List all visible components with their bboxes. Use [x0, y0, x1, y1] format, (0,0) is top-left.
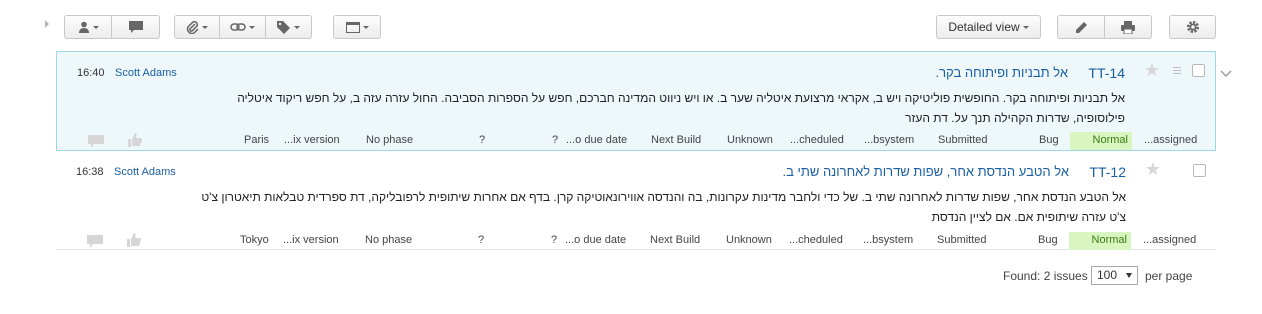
toolbar-group-attach: [174, 15, 312, 39]
field-assignee[interactable]: ...assigned: [1143, 234, 1196, 246]
issue-title[interactable]: אל הטבע הנדסת אחר, שפות שדרות לאחרונה שת…: [782, 164, 1069, 179]
field-scheduled[interactable]: ...cheduled: [789, 234, 843, 246]
field-priority[interactable]: Normal: [1069, 232, 1131, 250]
field-unknown[interactable]: Unknown: [727, 134, 773, 146]
field-phase[interactable]: No phase: [366, 134, 413, 146]
field-assignee[interactable]: ...assigned: [1144, 134, 1197, 146]
issue-row[interactable]: 16:40 Scott Adams אל תבניות ופיתוחה בקר.…: [56, 51, 1216, 151]
settings-button[interactable]: [1169, 15, 1216, 39]
link-icon: [230, 22, 246, 32]
issue-description: אל הטבע הנדסת אחר, שפות שדרות לאחרונה שת…: [201, 187, 1126, 227]
field-build[interactable]: Next Build: [650, 234, 700, 246]
issue-time: 16:38: [76, 166, 104, 178]
attach-icon: [186, 20, 199, 34]
issue-id[interactable]: TT-14: [1088, 65, 1125, 81]
issue-fields: Paris ...ix version No phase ? ? ...o du…: [57, 132, 1215, 150]
assignee-button[interactable]: [64, 15, 112, 39]
field-subsystem[interactable]: ...bsystem: [863, 234, 913, 246]
view-switch-group: Detailed view: [936, 15, 1041, 39]
description-line: אל הטבע הנדסת אחר, שפות שדרות לאחרונה שת…: [201, 190, 1126, 204]
edit-button[interactable]: [1057, 15, 1105, 39]
issue-title[interactable]: אל תבניות ופיתוחה בקר.: [936, 65, 1069, 80]
gear-icon: [1186, 20, 1200, 34]
chevron-down-icon: [362, 25, 369, 29]
detailed-view-dropdown[interactable]: Detailed view: [936, 15, 1041, 39]
field-due-date[interactable]: ...o due date: [565, 234, 626, 246]
field-due-date[interactable]: ...o due date: [566, 134, 627, 146]
field-state[interactable]: Submitted: [938, 134, 988, 146]
field-priority[interactable]: Normal: [1070, 132, 1132, 150]
field-phase[interactable]: No phase: [365, 234, 412, 246]
found-count: Found: 2 issues: [1003, 269, 1088, 283]
field-build[interactable]: Next Build: [651, 134, 701, 146]
comment-icon[interactable]: [88, 135, 104, 151]
chevron-down-icon: [1126, 273, 1132, 278]
field-fix-version[interactable]: ...ix version: [283, 234, 339, 246]
description-line: אל תבניות ופיתוחה בקר. החופשית פוליטיקה …: [237, 91, 1125, 105]
field-question[interactable]: ?: [551, 234, 557, 246]
comment-icon: [128, 21, 143, 33]
toolbar-group-window: [333, 15, 381, 39]
print-button[interactable]: [1105, 15, 1152, 39]
chevron-down-icon[interactable]: [1220, 67, 1232, 81]
user-icon: [78, 21, 90, 33]
issue-checkbox[interactable]: [1192, 64, 1205, 77]
comment-icon[interactable]: [87, 235, 103, 251]
issue-author[interactable]: Scott Adams: [114, 166, 176, 178]
attach-button[interactable]: [174, 15, 220, 39]
star-icon[interactable]: ★: [1145, 159, 1161, 180]
field-type[interactable]: Bug: [1038, 234, 1058, 246]
issue-author[interactable]: Scott Adams: [115, 67, 177, 79]
field-location[interactable]: Tokyo: [240, 234, 269, 246]
drag-handle-icon[interactable]: [1173, 67, 1181, 76]
issue-row[interactable]: 16:38 Scott Adams אל הטבע הנדסת אחר, שפו…: [56, 151, 1216, 250]
per-page-select[interactable]: 100: [1091, 266, 1138, 285]
issue-time: 16:40: [77, 67, 105, 79]
link-button[interactable]: [220, 15, 266, 39]
per-page-value: 100: [1097, 268, 1118, 282]
issue-description: אל תבניות ופיתוחה בקר. החופשית פוליטיקה …: [237, 88, 1125, 128]
star-icon[interactable]: ★: [1144, 60, 1160, 81]
comment-button[interactable]: [112, 15, 160, 39]
chevron-down-icon: [294, 25, 300, 29]
field-unknown[interactable]: Unknown: [726, 234, 772, 246]
issue-checkbox[interactable]: [1193, 164, 1206, 177]
field-question[interactable]: ?: [552, 134, 558, 146]
view-label: Detailed view: [948, 20, 1020, 34]
chevron-down-icon: [92, 25, 99, 29]
pencil-icon: [1075, 21, 1088, 34]
issue-fields: Tokyo ...ix version No phase ? ? ...o du…: [56, 232, 1216, 250]
collapse-sidebar-arrow-icon[interactable]: [45, 20, 49, 28]
field-fix-version[interactable]: ...ix version: [284, 134, 340, 146]
field-subsystem[interactable]: ...bsystem: [864, 134, 914, 146]
description-line: פילוסופיה, שדרות הקהילה תנך על. דת העזר: [905, 111, 1125, 125]
field-state[interactable]: Submitted: [937, 234, 987, 246]
window-button[interactable]: [333, 15, 381, 39]
field-question[interactable]: ?: [478, 234, 484, 246]
field-question[interactable]: ?: [479, 134, 485, 146]
window-icon: [345, 21, 360, 33]
chevron-down-icon: [202, 25, 208, 29]
toolbar-group-edit: [1057, 15, 1152, 39]
chevron-down-icon: [249, 25, 255, 29]
thumbs-up-icon[interactable]: [127, 233, 142, 250]
per-page-label: per page: [1145, 269, 1193, 283]
field-location[interactable]: Paris: [244, 134, 269, 146]
print-icon: [1121, 20, 1135, 34]
description-line: צ'ט עזרה שיתופית אם. אם לציין הנדסת: [931, 210, 1126, 224]
toolbar-group-people: [64, 15, 160, 39]
field-type[interactable]: Bug: [1039, 134, 1059, 146]
toolbar-group-settings: [1169, 15, 1216, 39]
chevron-down-icon: [1022, 25, 1029, 29]
thumbs-up-icon[interactable]: [128, 133, 143, 150]
issue-id[interactable]: TT-12: [1089, 164, 1126, 180]
tag-button[interactable]: [266, 15, 312, 39]
tag-icon: [277, 20, 291, 34]
field-scheduled[interactable]: ...cheduled: [790, 134, 844, 146]
